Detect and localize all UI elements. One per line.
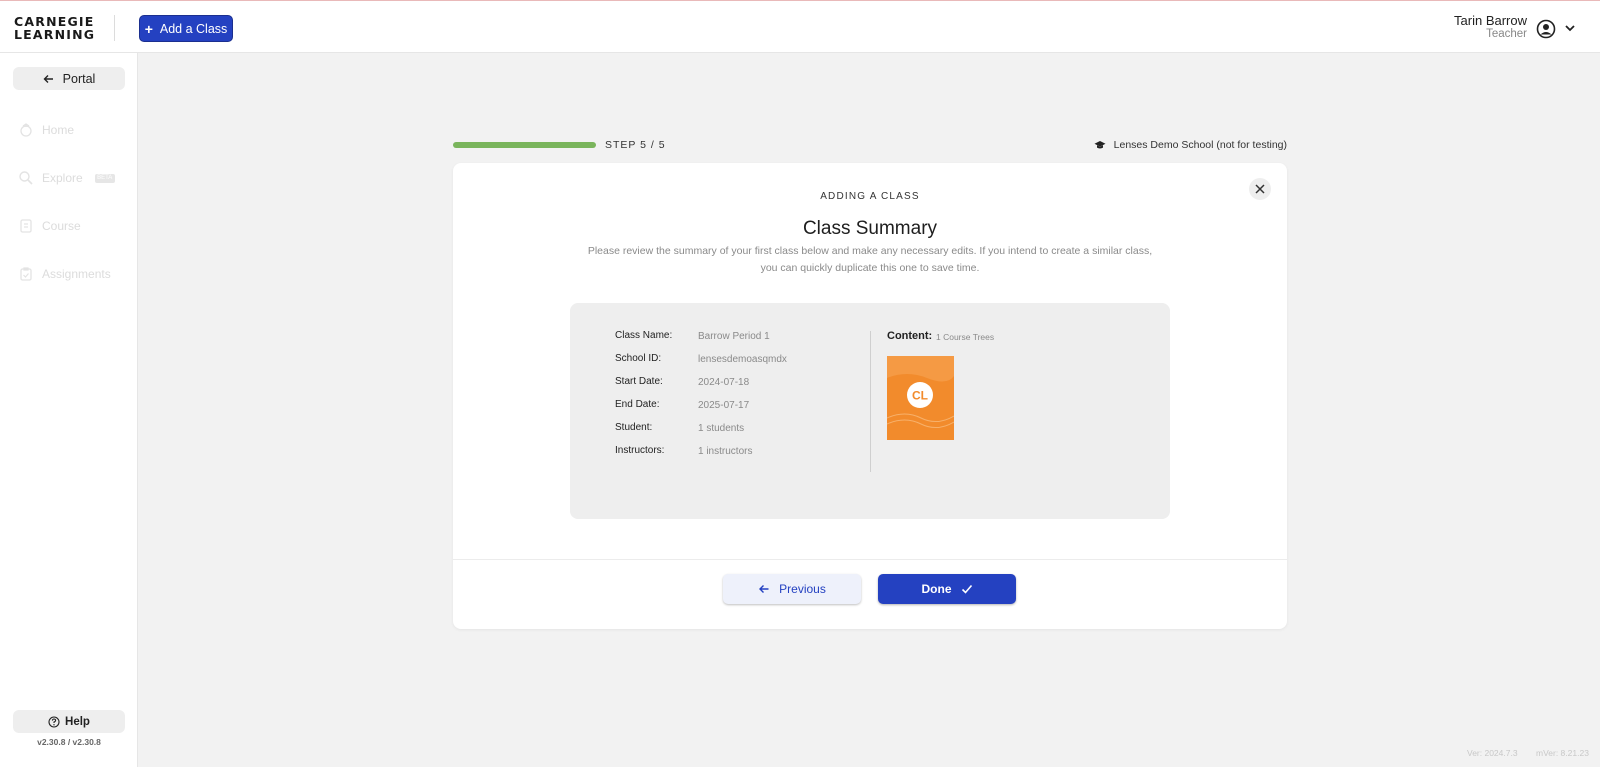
chevron-down-icon[interactable]: [1563, 21, 1577, 35]
content-count: 1 Course Trees: [936, 332, 995, 342]
logo-line-2: LEARNING: [14, 27, 96, 42]
plus-icon: +: [144, 20, 153, 37]
arrow-left-icon: [43, 74, 53, 83]
add-class-button[interactable]: + Add a Class: [139, 15, 233, 42]
end-date-label: End Date:: [615, 399, 660, 410]
beta-badge: BETA: [94, 173, 115, 183]
student-label: Student:: [615, 422, 653, 433]
start-date-value: 2024-07-18: [698, 377, 750, 388]
user-role: Teacher: [1486, 28, 1527, 40]
student-value: 1 students: [698, 423, 745, 434]
user-name: Tarin Barrow: [1454, 13, 1527, 28]
assignments-icon: [20, 267, 32, 281]
course-icon: [20, 219, 32, 233]
card-title: Class Summary: [802, 218, 938, 239]
school-id-label: School ID:: [615, 353, 662, 364]
class-summary-card: ADDING A CLASS Class Summary Please revi…: [453, 163, 1287, 629]
progress-bar: [453, 142, 596, 148]
sidebar-item-assignments[interactable]: Assignments: [18, 266, 111, 282]
school-label: Lenses Demo School (not for testing): [1094, 139, 1287, 151]
previous-button[interactable]: Previous: [723, 574, 861, 604]
carnegie-learning-logo[interactable]: CARNEGIE LEARNING: [14, 15, 98, 41]
school-id-value: lensesdemoasqmdx: [698, 354, 787, 365]
sidebar: Portal Home Explore BETA Course Assignme…: [0, 53, 138, 767]
content-label: Content:: [887, 330, 933, 342]
sidebar-item-label: Course: [42, 219, 81, 233]
portal-label: Portal: [62, 71, 96, 86]
add-class-label: Add a Class: [159, 21, 228, 36]
search-icon: [19, 171, 33, 185]
card-description: Please review the summary of your first …: [570, 243, 1170, 277]
school-name: Lenses Demo School (not for testing): [1113, 139, 1287, 151]
summary-divider: [870, 331, 871, 472]
help-label: Help: [65, 715, 90, 728]
checkmark-icon: [961, 584, 972, 594]
portal-button[interactable]: Portal: [13, 67, 125, 90]
sidebar-item-course[interactable]: Course: [18, 218, 81, 234]
instructors-value: 1 instructors: [698, 446, 753, 457]
user-account-icon[interactable]: [1536, 19, 1556, 39]
app-version: Ver: 2024.7.3: [1467, 748, 1518, 758]
sidebar-item-explore[interactable]: Explore BETA: [18, 170, 115, 186]
done-button[interactable]: Done: [878, 574, 1016, 604]
step-label: STEP 5 / 5: [605, 139, 666, 151]
cl-logo-text: CL: [912, 389, 928, 403]
arrow-left-icon: [759, 585, 769, 593]
sidebar-item-label: Assignments: [42, 267, 111, 281]
summary-box: Class Name: Barrow Period 1 School ID: l…: [570, 303, 1170, 519]
class-name-value: Barrow Period 1: [698, 331, 770, 342]
class-name-label: Class Name:: [615, 330, 673, 341]
end-date-value: 2025-07-17: [698, 400, 750, 411]
description-line-2: you can quickly duplicate this one to sa…: [760, 262, 980, 274]
description-line-1: Please review the summary of your first …: [587, 245, 1153, 257]
home-icon: [20, 123, 32, 137]
help-icon: [48, 715, 60, 728]
header-divider: [114, 15, 115, 41]
start-date-label: Start Date:: [615, 376, 663, 387]
course-thumbnail-art: CL: [887, 356, 954, 440]
card-eyebrow: ADDING A CLASS: [820, 191, 920, 202]
mobile-version: mVer: 8.21.23: [1536, 748, 1589, 758]
sidebar-item-home[interactable]: Home: [18, 122, 74, 138]
course-thumbnail[interactable]: CL: [887, 356, 954, 440]
sidebar-item-label: Explore: [42, 171, 83, 185]
instructors-label: Instructors:: [615, 445, 665, 456]
graduation-cap-icon: [1094, 141, 1106, 149]
help-button[interactable]: Help: [13, 710, 125, 733]
sidebar-item-label: Home: [42, 123, 75, 137]
sidebar-version: v2.30.8 / v2.30.8: [37, 737, 101, 747]
top-bar: CARNEGIE LEARNING + Add a Class Tarin Ba…: [0, 0, 1600, 53]
card-footer-divider: [453, 559, 1287, 560]
previous-label: Previous: [779, 582, 826, 596]
done-label: Done: [921, 582, 952, 596]
